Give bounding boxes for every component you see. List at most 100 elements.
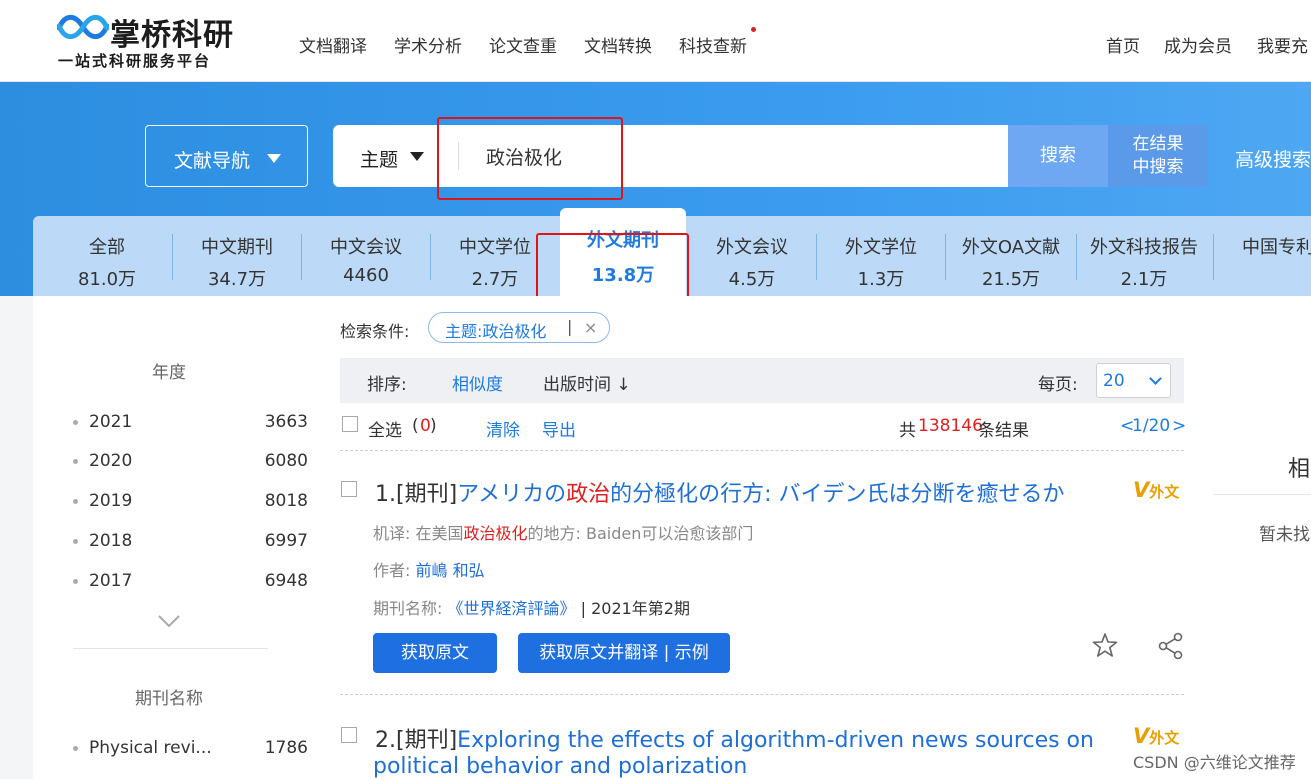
share-icon[interactable] <box>1157 632 1185 660</box>
total-suffix: 条结果 <box>978 421 1029 441</box>
title-part: Exploring the effects of algorithm-drive… <box>457 728 1094 753</box>
result-checkbox[interactable] <box>341 481 357 497</box>
per-page-value: 20 <box>1103 371 1125 391</box>
tab-count: 81.0万 <box>77 269 137 290</box>
filter-sidebar: 年度 2021 3663 2020 6080 2019 8018 2018 69… <box>33 296 321 779</box>
literature-nav-label: 文献导航 <box>174 150 251 172</box>
year-label: 2017 <box>89 571 133 591</box>
bullet <box>73 579 78 584</box>
year-label: 2021 <box>89 412 133 432</box>
result-title-line2[interactable]: political behavior and polarization <box>373 754 747 779</box>
select-all-checkbox[interactable] <box>342 416 358 432</box>
tab-foreign-tech-reports[interactable]: 外文科技报告 2.1万 <box>1077 216 1211 296</box>
sort-relevance[interactable]: 相似度 <box>452 370 503 395</box>
related-empty-text: 暂未找 <box>1259 525 1310 545</box>
tab-count: 2.1万 <box>1120 269 1168 290</box>
result-index: 2.[期刊] <box>375 728 458 753</box>
meta-highlight: 政治极化 <box>463 524 528 543</box>
title-part: 的分極化の行方: バイデン氏は分断を癒せるか <box>610 482 1065 507</box>
search-within-label-line1: 在结果 <box>1132 134 1184 154</box>
chevron-down-icon[interactable] <box>158 614 180 628</box>
sort-label: 排序: <box>367 375 407 395</box>
tab-cn-conferences[interactable]: 中文会议 4460 <box>302 216 430 296</box>
foreign-badge: V外文 <box>1133 724 1179 748</box>
total-count: 138146 <box>918 416 983 436</box>
result-checkbox[interactable] <box>341 727 357 743</box>
advanced-search-link[interactable]: 高级搜索 <box>1235 145 1311 172</box>
close-icon[interactable]: × <box>584 318 597 337</box>
clear-button[interactable]: 清除 <box>486 416 520 441</box>
nav-plagiarism-check[interactable]: 论文查重 <box>489 32 557 57</box>
journal-link[interactable]: 《世界経済評論》 <box>448 599 576 618</box>
year-count: 3663 <box>264 412 308 432</box>
tab-count: 4460 <box>343 265 389 286</box>
nav-recharge[interactable]: 我要充 <box>1257 32 1308 57</box>
tab-label: 外文学位 <box>845 237 917 258</box>
export-button[interactable]: 导出 <box>542 416 576 441</box>
nav-home[interactable]: 首页 <box>1106 32 1140 57</box>
total-prefix: 共 <box>899 421 916 441</box>
v-badge-icon: V <box>1133 724 1150 748</box>
tab-label: 外文OA文献 <box>961 237 1061 258</box>
year-label: 2019 <box>89 491 133 511</box>
tab-cn-patents[interactable]: 中国专利 <box>1214 216 1311 296</box>
nav-doc-translate[interactable]: 文档翻译 <box>299 32 367 57</box>
chevron-down-icon <box>1149 372 1162 385</box>
per-page-select[interactable]: 20 <box>1096 363 1171 398</box>
result-title[interactable]: 2.[期刊]Exploring the effects of algorithm… <box>375 722 1094 754</box>
star-icon[interactable] <box>1092 632 1118 658</box>
nav-doc-convert[interactable]: 文档转换 <box>584 32 652 57</box>
journal-issue: | 2021年第2期 <box>575 599 690 618</box>
tab-label: 中文会议 <box>330 237 402 258</box>
get-and-translate-button[interactable]: 获取原文并翻译 | 示例 <box>518 633 730 673</box>
select-all-label[interactable]: 全选 <box>368 416 402 441</box>
badge-text: 外文 <box>1149 483 1180 501</box>
tab-all[interactable]: 全部 81.0万 <box>41 216 173 296</box>
sort-by-date[interactable]: 出版时间 ↓ <box>543 370 631 395</box>
pager-next[interactable]: > <box>1172 416 1186 436</box>
brand-subtitle: 一站式科研服务平台 <box>58 52 212 70</box>
related-heading: 相 <box>1288 457 1311 482</box>
journal-filter-heading: 期刊名称 <box>135 689 203 709</box>
title-highlight: 政治 <box>566 482 611 507</box>
condition-tag-text: 主题:政治极化 <box>445 322 547 341</box>
tab-foreign-conferences[interactable]: 外文会议 4.5万 <box>688 216 816 296</box>
nav-novelty-search[interactable]: 科技查新 <box>679 32 747 57</box>
condition-tag[interactable]: 主题:政治极化 | × <box>428 312 610 343</box>
search-within-results-button[interactable]: 在结果 中搜索 <box>1108 125 1208 187</box>
year-label: 2020 <box>89 451 133 471</box>
meta-label: 期刊名称: <box>373 599 443 618</box>
author-link[interactable]: 前嶋 和弘 <box>416 561 485 580</box>
tab-label: 全部 <box>89 237 125 258</box>
journal-label: Physical revi... <box>89 738 212 758</box>
nav-membership[interactable]: 成为会员 <box>1164 32 1232 57</box>
watermark: CSDN @六维论文推荐 <box>1133 749 1296 773</box>
year-count: 6997 <box>264 531 308 551</box>
search-button[interactable]: 搜索 <box>1008 125 1108 187</box>
literature-nav-dropdown[interactable]: 文献导航 <box>145 125 308 187</box>
result-translation: 机译: 在美国政治极化的地方: Baiden可以治愈该部门 <box>373 520 753 544</box>
tab-cn-journals[interactable]: 中文期刊 34.7万 <box>173 216 301 296</box>
search-field-select[interactable]: 主题 <box>360 145 424 172</box>
year-label: 2018 <box>89 531 133 551</box>
tab-count: 21.5万 <box>981 269 1041 290</box>
result-index: 1.[期刊] <box>375 482 458 507</box>
nav-academic-analysis[interactable]: 学术分析 <box>394 32 462 57</box>
new-indicator-dot <box>751 27 756 32</box>
meta-label: 机译: <box>373 524 411 543</box>
bullet <box>73 459 78 464</box>
result-title[interactable]: 1.[期刊]アメリカの政治的分極化の行方: バイデン氏は分断を癒せるか <box>375 476 1065 508</box>
bullet <box>73 539 78 544</box>
v-badge-icon: V <box>1133 478 1150 502</box>
tab-foreign-degrees[interactable]: 外文学位 1.3万 <box>817 216 945 296</box>
tab-foreign-oa[interactable]: 外文OA文献 21.5万 <box>946 216 1076 296</box>
brand-title[interactable]: 掌桥科研 <box>110 10 234 54</box>
caret-down-icon <box>267 154 281 163</box>
meta-text: 在美国 <box>415 524 464 543</box>
search-box: 主题 <box>333 125 1008 187</box>
search-within-label-line2: 中搜索 <box>1132 157 1184 177</box>
get-fulltext-button[interactable]: 获取原文 <box>373 633 497 673</box>
foreign-badge: V外文 <box>1133 478 1179 502</box>
meta-label: 作者: <box>373 561 411 580</box>
meta-text: 的地方: Baiden可以治愈该部门 <box>527 524 754 543</box>
